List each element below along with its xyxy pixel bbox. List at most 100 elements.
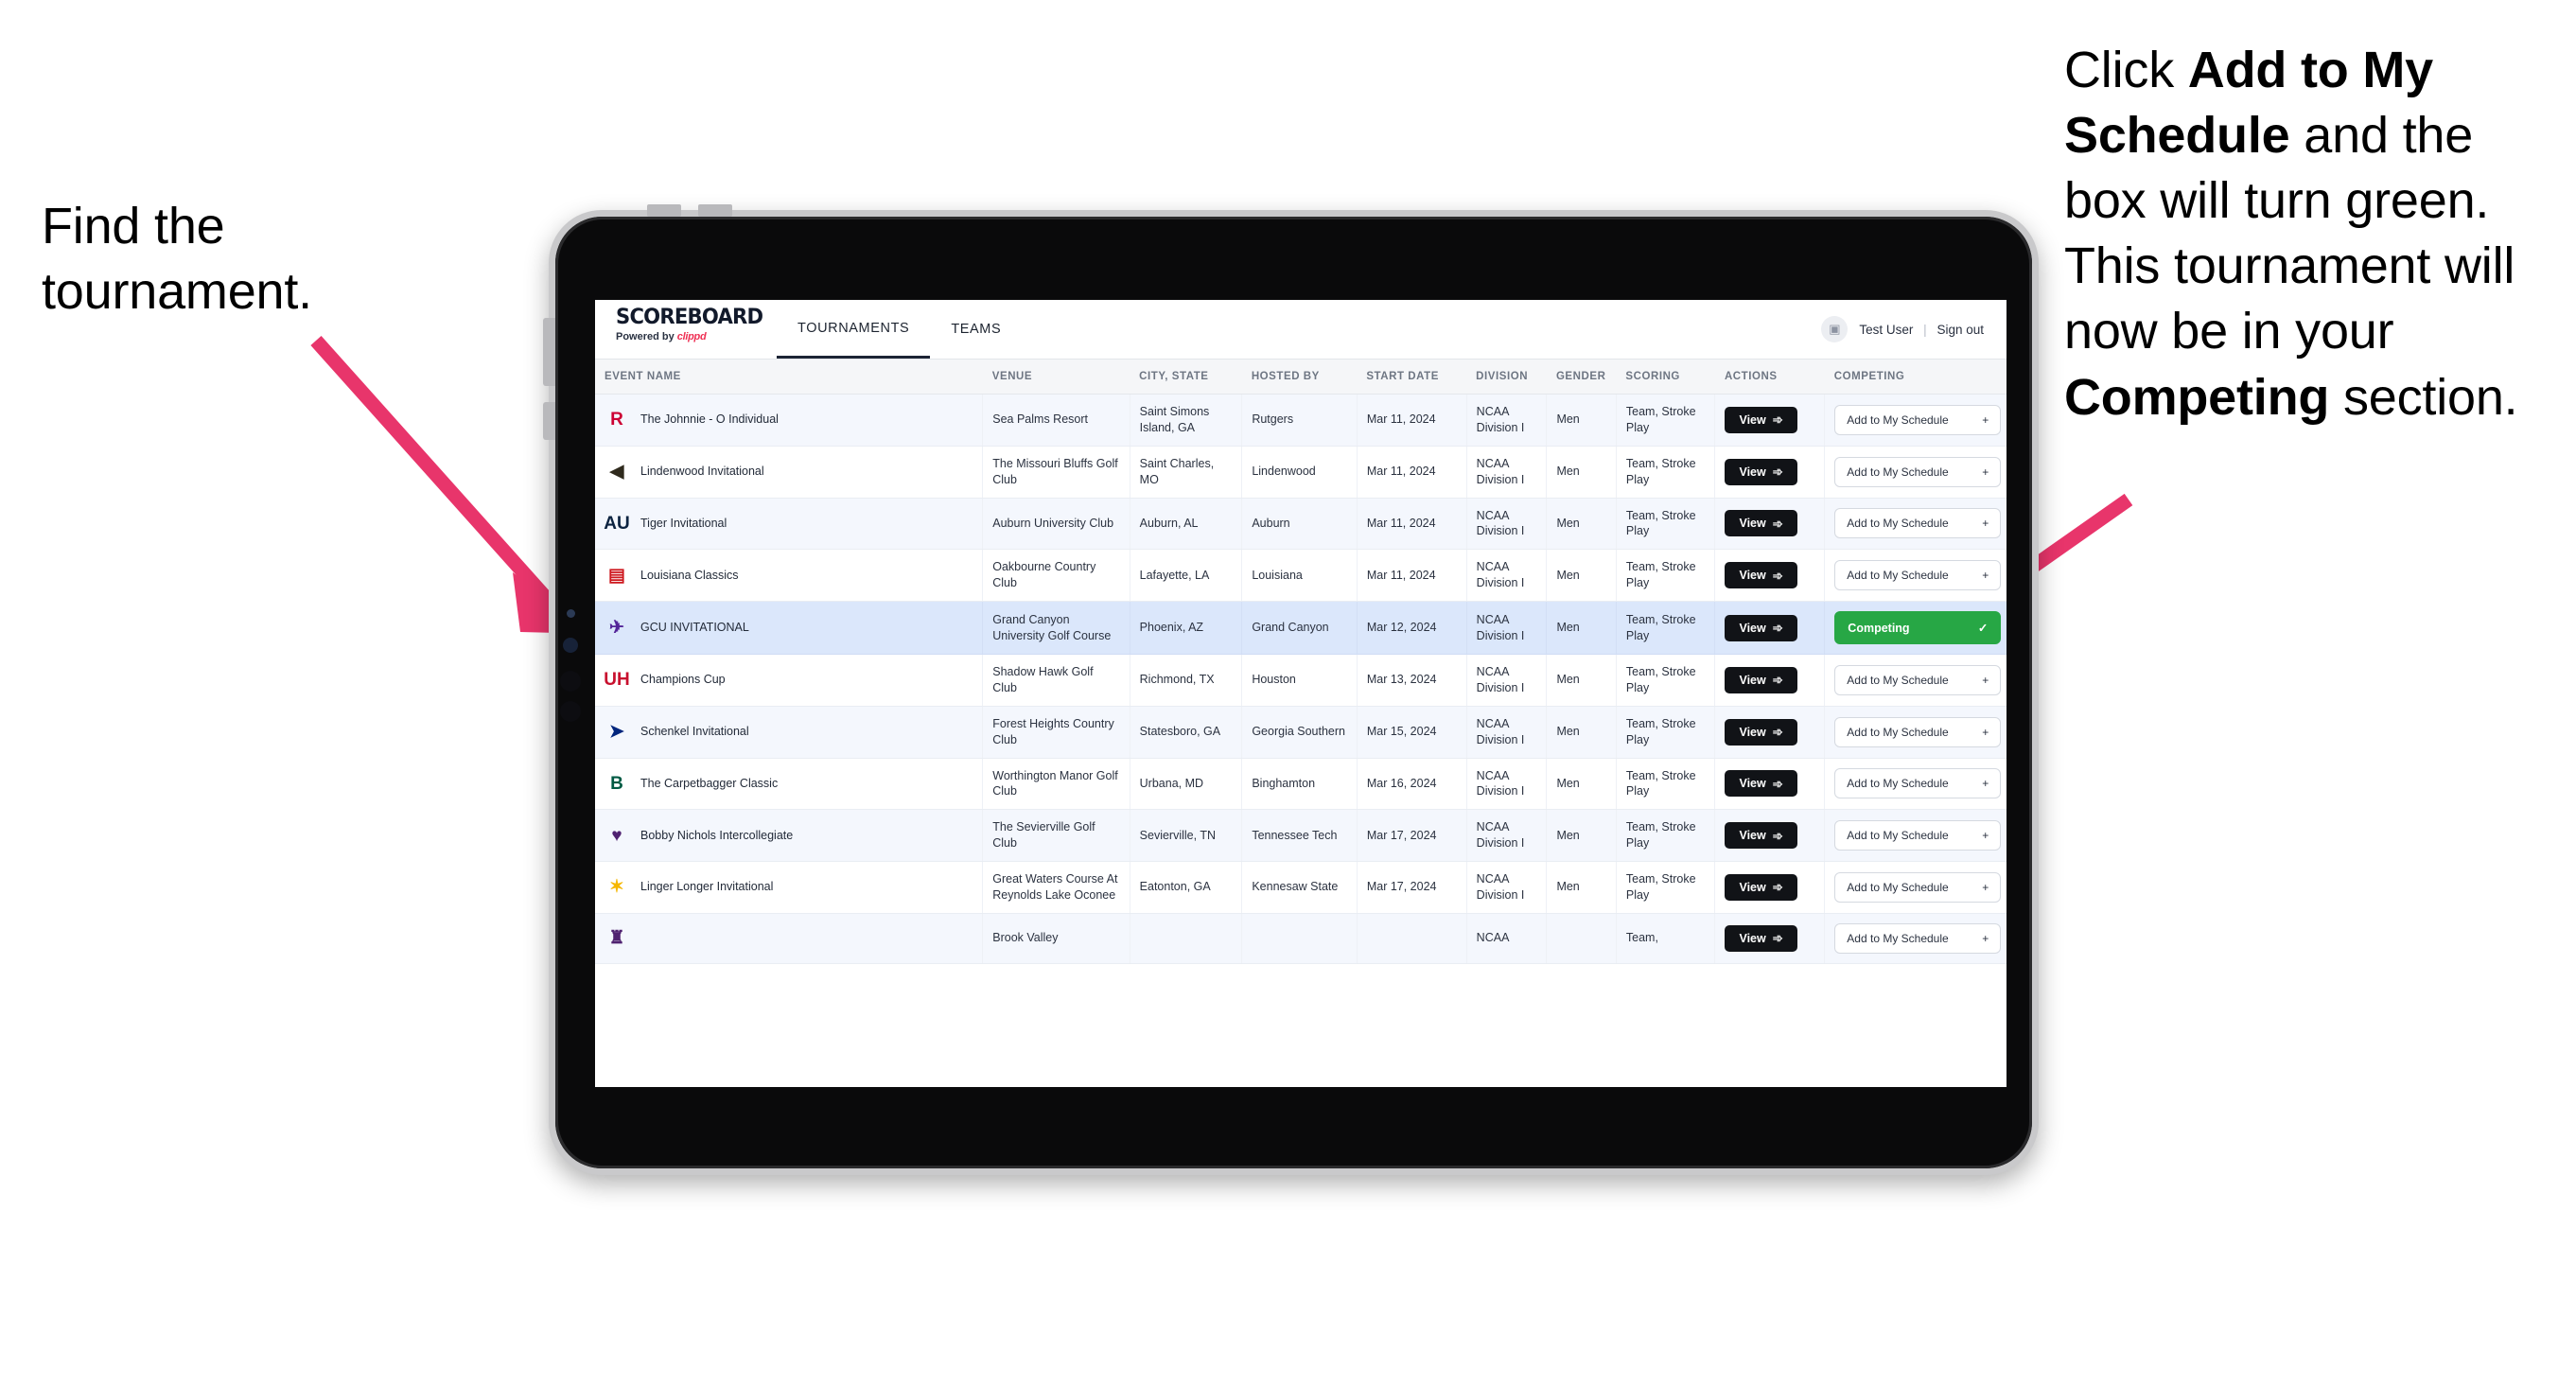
city-state-cell: Sevierville, TN [1130, 809, 1243, 862]
scoring-cell: Team, Stroke Play [1616, 394, 1716, 447]
gender-cell: Men [1546, 549, 1617, 602]
table-row[interactable]: AU Tiger Invitational Auburn University Cl… [595, 498, 2006, 551]
column-header-9[interactable]: COMPETING [1824, 360, 2006, 395]
arrow-right-circle-icon: ➾ [1772, 516, 1783, 531]
table-row[interactable]: ▤ Louisiana Classics Oakbourne Country Clu… [595, 549, 2006, 602]
event-name-cell: ◀ Lindenwood Invitational [595, 446, 984, 499]
gender-cell: Men [1546, 601, 1617, 655]
start-date-cell: Mar 13, 2024 [1357, 654, 1467, 707]
user-tile-icon[interactable]: ▣ [1821, 316, 1849, 342]
add-to-my-schedule-button[interactable]: Add to My Schedule + [1834, 820, 2002, 851]
city-state-cell: Saint Simons Island, GA [1130, 394, 1243, 447]
table-row[interactable]: ◀ Lindenwood Invitational The Missouri Blu… [595, 446, 2006, 499]
add-to-my-schedule-button[interactable]: Add to My Schedule + [1834, 716, 2002, 747]
gender-cell: Men [1546, 394, 1617, 447]
event-name-label: Tiger Invitational [640, 516, 727, 530]
venue-cell: The Sevierville Golf Club [982, 809, 1130, 862]
gender-cell: Men [1546, 706, 1617, 759]
hosted-by-cell: Houston [1241, 654, 1358, 707]
annotation-right-part-4: section. [2329, 368, 2518, 426]
column-header-6[interactable]: GENDER [1546, 360, 1617, 395]
volume-up-button[interactable] [647, 204, 681, 217]
column-header-5[interactable]: DIVISION [1466, 360, 1547, 395]
competing-button[interactable]: Competing ✓ [1834, 611, 2002, 644]
hosted-by-cell: Lindenwood [1241, 446, 1358, 499]
arrow-right-circle-icon: ➾ [1772, 621, 1783, 635]
brand-logo[interactable]: SCOREBOARD Powered by clippd [595, 300, 777, 359]
table-row[interactable]: ♥ Bobby Nichols Intercollegiate The Sevier… [595, 809, 2006, 862]
event-name-cell: ➤ Schenkel Invitational [595, 706, 984, 759]
division-cell: NCAA Division I [1466, 601, 1548, 655]
arrow-right-circle-icon: ➾ [1772, 673, 1783, 688]
view-button[interactable]: View ➾ [1725, 770, 1797, 798]
arrow-right-circle-icon: ➾ [1772, 931, 1783, 946]
table-row[interactable]: ✶ Linger Longer Invitational Great Waters … [595, 861, 2006, 914]
venue-cell: Great Waters Course At Reynolds Lake Oco… [982, 861, 1130, 914]
table-body: R The Johnnie - O Individual Sea Palms Res… [595, 394, 2006, 964]
add-to-my-schedule-button[interactable]: Add to My Schedule + [1834, 456, 2002, 487]
annotation-right-part-3: Competing [2064, 368, 2330, 426]
competing-cell: Add to My Schedule + [1824, 809, 2006, 862]
column-header-8[interactable]: ACTIONS [1714, 360, 1825, 395]
start-date-cell: Mar 15, 2024 [1357, 706, 1467, 759]
table-row[interactable]: R The Johnnie - O Individual Sea Palms Res… [595, 394, 2006, 447]
column-header-4[interactable]: START DATE [1357, 360, 1467, 395]
view-button[interactable]: View ➾ [1725, 873, 1797, 901]
table-row[interactable]: UH Champions Cup Shadow Hawk Golf Club Rich… [595, 654, 2006, 707]
venue-cell: Worthington Manor Golf Club [982, 758, 1130, 811]
view-button[interactable]: View ➾ [1725, 924, 1797, 952]
add-to-my-schedule-button[interactable]: Add to My Schedule + [1834, 922, 2002, 954]
table-row[interactable]: ✈ GCU INVITATIONAL Grand Canyon University… [595, 601, 2006, 655]
add-to-my-schedule-button[interactable]: Add to My Schedule + [1834, 664, 2002, 695]
add-to-my-schedule-button[interactable]: Add to My Schedule + [1834, 404, 2002, 435]
view-button[interactable]: View ➾ [1725, 562, 1797, 589]
event-name-cell: ▤ Louisiana Classics [595, 549, 984, 602]
view-button[interactable]: View ➾ [1725, 822, 1797, 850]
table-row[interactable]: B The Carpetbagger Classic Worthington Man… [595, 758, 2006, 811]
city-state-cell: Lafayette, LA [1130, 549, 1243, 602]
add-to-my-schedule-label: Add to My Schedule [1847, 829, 1949, 843]
add-to-my-schedule-label: Add to My Schedule [1847, 777, 1949, 791]
power-button[interactable] [543, 318, 555, 386]
start-date-cell: Mar 11, 2024 [1357, 498, 1467, 551]
team-logo-icon: R [610, 410, 623, 430]
tab-tournaments[interactable]: TOURNAMENTS [777, 300, 931, 359]
competing-cell: Add to My Schedule + [1824, 758, 2006, 811]
volume-down-button[interactable] [698, 204, 732, 217]
event-name-cell: ♥ Bobby Nichols Intercollegiate [595, 809, 984, 862]
actions-cell: View ➾ [1714, 654, 1826, 707]
view-button[interactable]: View ➾ [1725, 666, 1797, 693]
scoring-cell: Team, Stroke Play [1616, 498, 1716, 551]
view-button-label: View [1739, 673, 1766, 687]
column-header-7[interactable]: SCORING [1616, 360, 1715, 395]
division-cell: NCAA Division I [1466, 654, 1548, 707]
camera-lens-small [563, 638, 578, 653]
city-state-cell: Richmond, TX [1130, 654, 1243, 707]
add-to-my-schedule-button[interactable]: Add to My Schedule + [1834, 560, 2002, 591]
division-cell: NCAA Division I [1466, 446, 1548, 499]
table-row[interactable]: ♜ Brook Valley NCAA Team, View ➾ Add to My Sch… [595, 913, 2006, 964]
plus-icon: + [1982, 931, 1989, 945]
column-header-2[interactable]: CITY, STATE [1130, 360, 1242, 395]
add-to-my-schedule-button[interactable]: Add to My Schedule + [1834, 768, 2002, 799]
city-state-cell: Eatonton, GA [1130, 861, 1243, 914]
view-button[interactable]: View ➾ [1725, 510, 1797, 537]
view-button-label: View [1739, 880, 1766, 894]
view-button[interactable]: View ➾ [1725, 614, 1797, 641]
competing-cell: Add to My Schedule + [1824, 446, 2006, 499]
view-button[interactable]: View ➾ [1725, 458, 1797, 485]
hosted-by-cell: Kennesaw State [1241, 861, 1358, 914]
column-header-1[interactable]: VENUE [982, 360, 1130, 395]
add-to-my-schedule-button[interactable]: Add to My Schedule + [1834, 871, 2002, 903]
city-state-cell: Saint Charles, MO [1130, 446, 1243, 499]
view-button[interactable]: View ➾ [1725, 406, 1797, 433]
column-header-3[interactable]: HOSTED BY [1241, 360, 1358, 395]
view-button-label: View [1739, 777, 1766, 791]
tab-teams[interactable]: TEAMS [930, 300, 1022, 359]
table-row[interactable]: ➤ Schenkel Invitational Forest Heights Cou… [595, 706, 2006, 759]
add-to-my-schedule-button[interactable]: Add to My Schedule + [1834, 508, 2002, 539]
column-header-0[interactable]: EVENT NAME [595, 360, 983, 395]
event-name-cell: R The Johnnie - O Individual [595, 394, 984, 447]
view-button[interactable]: View ➾ [1725, 718, 1797, 746]
sign-out-link[interactable]: Sign out [1936, 323, 1984, 337]
